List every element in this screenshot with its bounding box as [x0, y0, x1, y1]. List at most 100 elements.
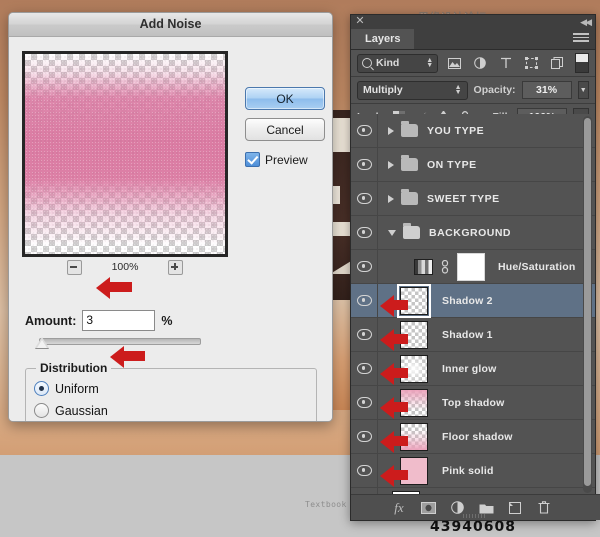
table-row[interactable]: BACKGROUND [351, 216, 595, 250]
ok-button[interactable]: OK [245, 87, 325, 110]
adjustment-filter-icon[interactable] [470, 54, 490, 72]
table-row[interactable]: Hue/Saturation [351, 250, 595, 284]
adjustment-thumbnail[interactable] [414, 259, 433, 275]
chevron-right-icon[interactable] [388, 195, 394, 203]
filter-kind-select[interactable]: Kind ▲▼ [357, 54, 438, 73]
delete-layer-button[interactable] [536, 500, 552, 516]
preview-checkbox-row[interactable]: Preview [245, 152, 308, 167]
table-row[interactable]: ON TYPE [351, 148, 595, 182]
folder-icon [401, 192, 418, 205]
amount-slider-track[interactable] [39, 338, 201, 345]
opacity-dropdown-icon[interactable]: ▼ [578, 81, 589, 99]
zoom-in-button[interactable] [168, 260, 183, 275]
new-layer-button[interactable] [507, 500, 523, 516]
amount-input[interactable]: 3 [82, 310, 155, 331]
visibility-toggle[interactable] [351, 284, 378, 317]
amount-slider-thumb[interactable] [35, 337, 49, 348]
link-icon[interactable] [440, 260, 450, 274]
radio-gaussian-indicator[interactable] [34, 403, 49, 418]
eye-icon [357, 159, 372, 170]
noise-preview-image[interactable] [22, 51, 228, 257]
close-icon[interactable]: ✕ [355, 16, 365, 26]
layer-style-fx-button[interactable]: fx [391, 500, 407, 516]
layer-name: Pink solid [442, 465, 494, 477]
percent-label: % [161, 314, 172, 328]
table-row[interactable]: Shadow 1 [351, 318, 595, 352]
blend-mode-select[interactable]: Multiply ▲▼ [357, 81, 468, 100]
eye-icon [357, 397, 372, 408]
eye-icon [357, 227, 372, 238]
noise-preview-container [22, 51, 228, 257]
chevron-down-icon[interactable] [388, 230, 396, 236]
panel-menu-icon[interactable] [573, 33, 589, 44]
radio-uniform-indicator[interactable] [34, 381, 49, 396]
shape-filter-icon[interactable] [522, 54, 542, 72]
visibility-toggle[interactable] [351, 250, 378, 283]
chevron-updown-icon: ▲▼ [455, 85, 462, 95]
table-row[interactable]: Pink solid [351, 454, 595, 488]
layer-name: Inner glow [442, 363, 497, 375]
type-filter-icon[interactable] [496, 54, 516, 72]
image-filter-icon[interactable] [444, 54, 464, 72]
tab-layers[interactable]: Layers [351, 29, 414, 49]
amount-row: Amount: 3 % [25, 310, 173, 331]
preview-checkbox[interactable] [245, 152, 260, 167]
eye-icon [357, 193, 372, 204]
table-row[interactable]: YOU TYPE [351, 114, 595, 148]
folder-icon [401, 158, 418, 171]
visibility-toggle[interactable] [351, 420, 378, 453]
filter-kind-label: Kind [376, 57, 399, 69]
eye-icon [357, 295, 372, 306]
visibility-toggle[interactable] [351, 352, 378, 385]
layer-name: Floor shadow [442, 431, 513, 443]
layer-name: Shadow 2 [442, 295, 493, 307]
opacity-label: Opacity: [474, 84, 516, 96]
amount-label: Amount: [25, 314, 76, 328]
search-icon [362, 58, 372, 68]
eye-icon [357, 261, 372, 272]
dialog-body: 100% OK Cancel Preview Amount: 3 % Distr… [9, 37, 332, 421]
layer-mask-thumbnail[interactable] [457, 253, 485, 281]
blend-opacity-row: Multiply ▲▼ Opacity: 31% ▼ [351, 77, 595, 104]
eye-icon [357, 465, 372, 476]
radio-uniform[interactable]: Uniform [34, 381, 99, 396]
radio-gaussian[interactable]: Gaussian [34, 403, 108, 418]
panel-topbar: ✕ ◀◀ [351, 15, 595, 29]
table-row[interactable]: Top shadow [351, 386, 595, 420]
visibility-toggle[interactable] [351, 386, 378, 419]
layer-name: BACKGROUND [429, 227, 511, 239]
opacity-value[interactable]: 31% [522, 81, 572, 99]
add-mask-button[interactable] [420, 500, 436, 516]
preview-noise-overlay [25, 54, 225, 254]
visibility-toggle[interactable] [351, 182, 378, 215]
distribution-group: Distribution Uniform Gaussian [25, 368, 317, 422]
table-row[interactable]: Inner glow [351, 352, 595, 386]
layers-scrollbar[interactable] [583, 116, 592, 493]
table-row[interactable]: Floor shadow [351, 420, 595, 454]
chevron-updown-icon: ▲▼ [426, 58, 433, 68]
folder-open-icon [403, 226, 420, 239]
layers-scrollbar-thumb[interactable] [584, 118, 591, 486]
table-row[interactable]: SWEET TYPE [351, 182, 595, 216]
eye-icon [357, 363, 372, 374]
visibility-toggle[interactable] [351, 148, 378, 181]
chevron-right-icon[interactable] [388, 127, 394, 135]
layer-name: Shadow 1 [442, 329, 493, 341]
panel-resize-grip[interactable] [463, 514, 485, 518]
layers-list[interactable]: YOU TYPE ON TYPE SWEET TYPE BACKGROUND [351, 114, 595, 495]
zoom-level-label: 100% [108, 261, 142, 273]
visibility-toggle[interactable] [351, 216, 378, 249]
dialog-title: Add Noise [9, 13, 332, 37]
visibility-toggle[interactable] [351, 114, 378, 147]
eye-icon [357, 125, 372, 136]
zoom-out-button[interactable] [67, 260, 82, 275]
smart-object-filter-icon[interactable] [547, 54, 567, 72]
collapse-panel-icon[interactable]: ◀◀ [580, 17, 590, 28]
table-row[interactable]: Shadow 2 [351, 284, 595, 318]
filter-enable-toggle[interactable] [575, 53, 589, 73]
layer-name: YOU TYPE [427, 125, 484, 137]
visibility-toggle[interactable] [351, 454, 378, 487]
chevron-right-icon[interactable] [388, 161, 394, 169]
visibility-toggle[interactable] [351, 318, 378, 351]
cancel-button[interactable]: Cancel [245, 118, 325, 141]
